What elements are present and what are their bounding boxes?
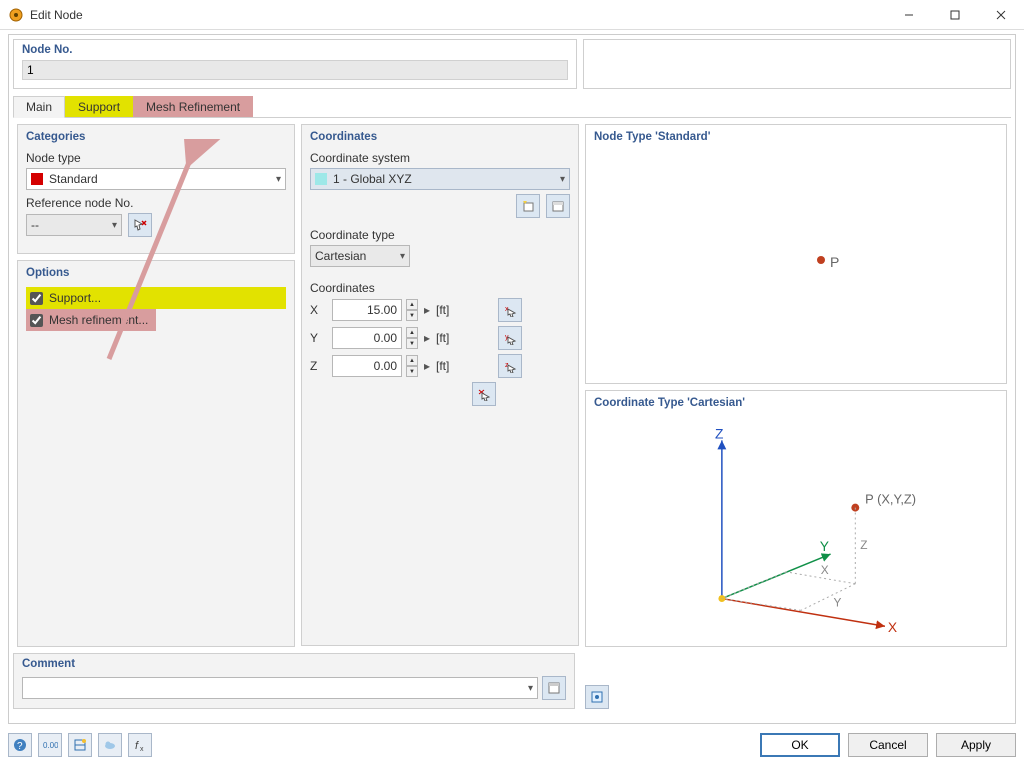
coordinates-panel: Coordinates Coordinate system 1 - Global…	[301, 124, 579, 646]
support-checkbox-row[interactable]: Support...	[26, 287, 286, 309]
reference-node-label: Reference node No.	[26, 196, 286, 210]
units-button[interactable]: 0.00	[38, 733, 62, 757]
svg-text:X: X	[888, 619, 897, 635]
svg-text:Z: Z	[860, 538, 867, 552]
help-button[interactable]: ?	[8, 733, 32, 757]
support-checkbox[interactable]	[30, 292, 43, 305]
coordinate-system-library-button[interactable]	[546, 194, 570, 218]
comment-header: Comment	[22, 658, 566, 670]
new-coordinate-system-button[interactable]	[516, 194, 540, 218]
chevron-down-icon: ▾	[400, 251, 405, 262]
coordinate-type-combo[interactable]: Cartesian ▾	[310, 245, 410, 267]
cloud-button[interactable]	[98, 733, 122, 757]
y-unit: [ft]	[436, 331, 460, 345]
support-checkbox-label: Support...	[49, 291, 101, 305]
svg-text:Y: Y	[820, 538, 829, 554]
reference-node-combo[interactable]: -- ▾	[26, 214, 122, 236]
minimize-button[interactable]	[886, 0, 932, 30]
node-type-preview: Node Type 'Standard' P	[585, 124, 1007, 384]
z-unit: [ft]	[436, 359, 460, 373]
chevron-down-icon: ▾	[112, 220, 117, 231]
node-number-label: Node No.	[22, 44, 568, 56]
node-number-panel: Node No.	[13, 39, 577, 89]
svg-text:Z: Z	[715, 425, 724, 441]
coordinate-system-label: Coordinate system	[310, 151, 570, 165]
reference-node-value: --	[31, 218, 112, 232]
coordinate-system-combo[interactable]: 1 - Global XYZ ▾	[310, 168, 570, 190]
coordinates-header: Coordinates	[310, 131, 570, 143]
comment-panel: Comment ▾	[13, 653, 575, 709]
pick-point-button[interactable]	[472, 382, 496, 406]
comment-edit-button[interactable]	[542, 676, 566, 700]
options-panel: Options Support... Mesh refinement...	[17, 260, 295, 647]
options-header: Options	[26, 267, 286, 279]
close-button[interactable]	[978, 0, 1024, 30]
y-label: Y	[310, 331, 328, 345]
chevron-down-icon: ▾	[276, 174, 281, 185]
z-stepper[interactable]: ▲▼	[406, 355, 418, 377]
tab-mesh-refinement[interactable]: Mesh Refinement	[133, 96, 253, 117]
pick-y-button[interactable]: y	[498, 326, 522, 350]
y-stepper[interactable]: ▲▼	[406, 327, 418, 349]
x-label: X	[310, 303, 328, 317]
svg-text:P (X,Y,Z): P (X,Y,Z)	[865, 492, 916, 507]
ok-button[interactable]: OK	[760, 733, 840, 757]
categories-panel: Categories Node type Standard ▾ Referenc…	[17, 124, 295, 254]
x-stepper[interactable]: ▲▼	[406, 299, 418, 321]
pick-z-button[interactable]: z	[498, 354, 522, 378]
z-input[interactable]: 0.00	[332, 355, 402, 377]
node-type-combo[interactable]: Standard ▾	[26, 168, 286, 190]
pick-x-button[interactable]: x	[498, 298, 522, 322]
preview-small	[583, 39, 1011, 89]
apply-button[interactable]: Apply	[936, 733, 1016, 757]
node-number-input[interactable]	[22, 60, 568, 80]
z-label: Z	[310, 359, 328, 373]
mesh-refinement-checkbox-row[interactable]: Mesh refinement...	[26, 309, 156, 331]
coordinate-system-value: 1 - Global XYZ	[333, 172, 560, 186]
coordinate-system-swatch	[315, 173, 327, 185]
chevron-down-icon: ▾	[528, 683, 533, 694]
pick-reference-node-button[interactable]	[128, 213, 152, 237]
app-icon	[8, 7, 24, 23]
tabs: Main Support Mesh Refinement	[13, 95, 1011, 117]
view-button[interactable]	[68, 733, 92, 757]
x-unit: [ft]	[436, 303, 460, 317]
categories-header: Categories	[26, 131, 286, 143]
svg-text:?: ?	[17, 741, 23, 752]
function-button[interactable]: fx	[128, 733, 152, 757]
coordinates-sub-label: Coordinates	[310, 281, 570, 295]
svg-text:x: x	[140, 746, 144, 752]
tab-support[interactable]: Support	[65, 96, 133, 117]
comment-combo[interactable]: ▾	[22, 677, 538, 699]
point-label: P	[830, 254, 839, 270]
svg-text:X: X	[821, 563, 829, 577]
x-input[interactable]: 15.00	[332, 299, 402, 321]
swap-icon[interactable]: ▸	[422, 331, 432, 345]
swap-icon[interactable]: ▸	[422, 303, 432, 317]
coordinate-type-value: Cartesian	[315, 249, 400, 263]
window-title: Edit Node	[30, 8, 886, 22]
mesh-refinement-checkbox-label: Mesh refinement...	[49, 313, 148, 327]
chevron-down-icon: ▾	[560, 174, 565, 185]
svg-text:f: f	[135, 740, 139, 752]
svg-text:Y: Y	[834, 595, 842, 609]
maximize-button[interactable]	[932, 0, 978, 30]
show-in-model-button[interactable]	[585, 685, 609, 709]
svg-text:0.00: 0.00	[43, 741, 58, 750]
mesh-refinement-checkbox[interactable]	[30, 314, 43, 327]
node-type-swatch	[31, 173, 43, 185]
coordinate-type-preview: Coordinate Type 'Cartesian' Z Y X	[585, 390, 1007, 647]
node-type-value: Standard	[49, 172, 276, 186]
titlebar: Edit Node	[0, 0, 1024, 30]
node-type-label: Node type	[26, 151, 286, 165]
bottom-toolbar: ? 0.00 fx OK Cancel Apply	[8, 730, 1016, 760]
swap-icon[interactable]: ▸	[422, 359, 432, 373]
y-input[interactable]: 0.00	[332, 327, 402, 349]
tab-main[interactable]: Main	[13, 96, 65, 118]
cancel-button[interactable]: Cancel	[848, 733, 928, 757]
coordinate-type-label: Coordinate type	[310, 228, 570, 242]
